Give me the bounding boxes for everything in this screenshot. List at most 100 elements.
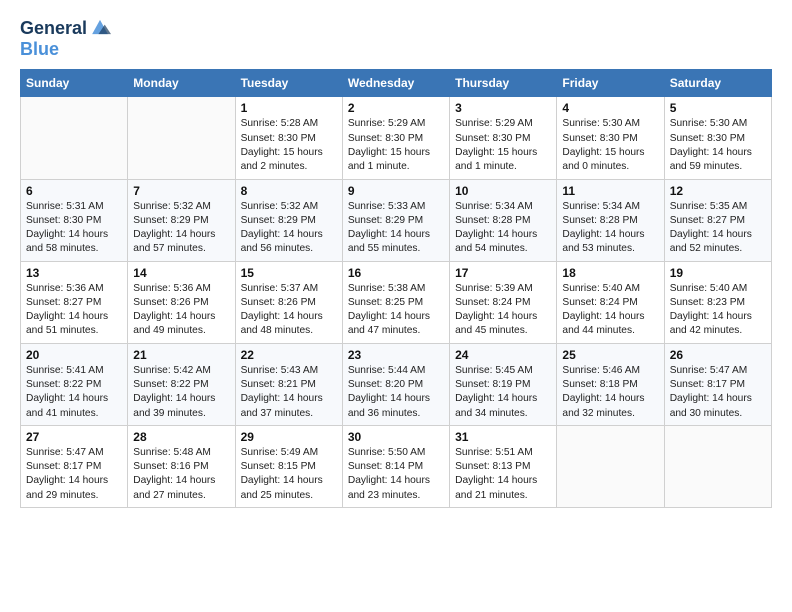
calendar-week-row: 6 Sunrise: 5:31 AM Sunset: 8:30 PM Daylig… [21, 179, 772, 261]
calendar-cell: 16 Sunrise: 5:38 AM Sunset: 8:25 PM Dayli… [342, 261, 449, 343]
day-info: Sunrise: 5:33 AM Sunset: 8:29 PM Dayligh… [348, 200, 444, 257]
day-number: 1 [241, 101, 337, 115]
day-info: Sunrise: 5:39 AM Sunset: 8:24 PM Dayligh… [455, 282, 551, 339]
weekday-header-row: SundayMondayTuesdayWednesdayThursdayFrid… [21, 70, 772, 97]
day-info: Sunrise: 5:28 AM Sunset: 8:30 PM Dayligh… [241, 117, 337, 174]
day-info: Sunrise: 5:29 AM Sunset: 8:30 PM Dayligh… [348, 117, 444, 174]
day-number: 20 [26, 348, 122, 362]
day-number: 12 [670, 184, 766, 198]
day-info: Sunrise: 5:40 AM Sunset: 8:23 PM Dayligh… [670, 282, 766, 339]
calendar-cell: 15Sunrise: 5:37 AM Sunset: 8:26 PM Dayli… [235, 261, 342, 343]
calendar-cell: 23 Sunrise: 5:44 AM Sunset: 8:20 PM Dayli… [342, 343, 449, 425]
day-info: Sunrise: 5:47 AM Sunset: 8:17 PM Dayligh… [26, 446, 122, 503]
calendar-cell: 8Sunrise: 5:32 AM Sunset: 8:29 PM Daylig… [235, 179, 342, 261]
day-info: Sunrise: 5:36 AM Sunset: 8:26 PM Dayligh… [133, 282, 229, 339]
calendar-cell: 10 Sunrise: 5:34 AM Sunset: 8:28 PM Dayli… [450, 179, 557, 261]
calendar-week-row: 20 Sunrise: 5:41 AM Sunset: 8:22 PM Dayli… [21, 343, 772, 425]
day-info: Sunrise: 5:49 AM Sunset: 8:15 PM Dayligh… [241, 446, 337, 503]
day-number: 5 [670, 101, 766, 115]
day-number: 15 [241, 266, 337, 280]
day-info: Sunrise: 5:41 AM Sunset: 8:22 PM Dayligh… [26, 364, 122, 421]
day-number: 24 [455, 348, 551, 362]
calendar-cell [21, 97, 128, 179]
calendar-cell: 22 Sunrise: 5:43 AM Sunset: 8:21 PM Dayli… [235, 343, 342, 425]
day-number: 23 [348, 348, 444, 362]
calendar-cell: 26 Sunrise: 5:47 AM Sunset: 8:17 PM Dayli… [664, 343, 771, 425]
day-info: Sunrise: 5:34 AM Sunset: 8:28 PM Dayligh… [455, 200, 551, 257]
weekday-header: Tuesday [235, 70, 342, 97]
day-number: 19 [670, 266, 766, 280]
day-number: 21 [133, 348, 229, 362]
day-number: 31 [455, 430, 551, 444]
day-info: Sunrise: 5:30 AM Sunset: 8:30 PM Dayligh… [670, 117, 766, 174]
weekday-header: Monday [128, 70, 235, 97]
header: General Blue [20, 18, 772, 59]
calendar-cell: 30 Sunrise: 5:50 AM Sunset: 8:14 PM Dayli… [342, 425, 449, 507]
day-info: Sunrise: 5:48 AM Sunset: 8:16 PM Dayligh… [133, 446, 229, 503]
calendar-cell: 7 Sunrise: 5:32 AM Sunset: 8:29 PM Daylig… [128, 179, 235, 261]
day-number: 11 [562, 184, 658, 198]
calendar-cell [664, 425, 771, 507]
day-number: 7 [133, 184, 229, 198]
day-info: Sunrise: 5:29 AM Sunset: 8:30 PM Dayligh… [455, 117, 551, 174]
day-info: Sunrise: 5:36 AM Sunset: 8:27 PM Dayligh… [26, 282, 122, 339]
day-info: Sunrise: 5:34 AM Sunset: 8:28 PM Dayligh… [562, 200, 658, 257]
logo-text-line1: General [20, 18, 87, 39]
day-info: Sunrise: 5:51 AM Sunset: 8:13 PM Dayligh… [455, 446, 551, 503]
day-info: Sunrise: 5:38 AM Sunset: 8:25 PM Dayligh… [348, 282, 444, 339]
day-info: Sunrise: 5:44 AM Sunset: 8:20 PM Dayligh… [348, 364, 444, 421]
day-number: 6 [26, 184, 122, 198]
day-number: 18 [562, 266, 658, 280]
calendar-cell: 3 Sunrise: 5:29 AM Sunset: 8:30 PM Daylig… [450, 97, 557, 179]
day-number: 30 [348, 430, 444, 444]
calendar-cell [128, 97, 235, 179]
day-number: 3 [455, 101, 551, 115]
calendar-cell: 12 Sunrise: 5:35 AM Sunset: 8:27 PM Dayli… [664, 179, 771, 261]
day-number: 13 [26, 266, 122, 280]
day-info: Sunrise: 5:32 AM Sunset: 8:29 PM Dayligh… [133, 200, 229, 257]
day-number: 28 [133, 430, 229, 444]
weekday-header: Saturday [664, 70, 771, 97]
calendar-cell: 13 Sunrise: 5:36 AM Sunset: 8:27 PM Dayli… [21, 261, 128, 343]
calendar-cell: 9 Sunrise: 5:33 AM Sunset: 8:29 PM Daylig… [342, 179, 449, 261]
day-number: 4 [562, 101, 658, 115]
day-info: Sunrise: 5:47 AM Sunset: 8:17 PM Dayligh… [670, 364, 766, 421]
calendar-cell: 25 Sunrise: 5:46 AM Sunset: 8:18 PM Dayli… [557, 343, 664, 425]
day-info: Sunrise: 5:31 AM Sunset: 8:30 PM Dayligh… [26, 200, 122, 257]
calendar-cell: 2 Sunrise: 5:29 AM Sunset: 8:30 PM Daylig… [342, 97, 449, 179]
day-info: Sunrise: 5:35 AM Sunset: 8:27 PM Dayligh… [670, 200, 766, 257]
day-number: 27 [26, 430, 122, 444]
calendar-week-row: 1 Sunrise: 5:28 AM Sunset: 8:30 PM Daylig… [21, 97, 772, 179]
day-number: 26 [670, 348, 766, 362]
day-info: Sunrise: 5:50 AM Sunset: 8:14 PM Dayligh… [348, 446, 444, 503]
day-info: Sunrise: 5:30 AM Sunset: 8:30 PM Dayligh… [562, 117, 658, 174]
day-number: 22 [241, 348, 337, 362]
day-info: Sunrise: 5:43 AM Sunset: 8:21 PM Dayligh… [241, 364, 337, 421]
logo-icon [89, 16, 111, 38]
day-info: Sunrise: 5:40 AM Sunset: 8:24 PM Dayligh… [562, 282, 658, 339]
day-number: 2 [348, 101, 444, 115]
day-number: 25 [562, 348, 658, 362]
weekday-header: Sunday [21, 70, 128, 97]
day-number: 10 [455, 184, 551, 198]
calendar-cell: 19 Sunrise: 5:40 AM Sunset: 8:23 PM Dayli… [664, 261, 771, 343]
calendar-cell: 20 Sunrise: 5:41 AM Sunset: 8:22 PM Dayli… [21, 343, 128, 425]
calendar-cell [557, 425, 664, 507]
calendar-cell: 31 Sunrise: 5:51 AM Sunset: 8:13 PM Dayli… [450, 425, 557, 507]
weekday-header: Wednesday [342, 70, 449, 97]
logo-text-line2: Blue [20, 39, 111, 60]
calendar-cell: 5 Sunrise: 5:30 AM Sunset: 8:30 PM Daylig… [664, 97, 771, 179]
calendar-cell: 24 Sunrise: 5:45 AM Sunset: 8:19 PM Dayli… [450, 343, 557, 425]
calendar-cell: 14Sunrise: 5:36 AM Sunset: 8:26 PM Dayli… [128, 261, 235, 343]
calendar-cell: 4 Sunrise: 5:30 AM Sunset: 8:30 PM Daylig… [557, 97, 664, 179]
calendar-cell: 29Sunrise: 5:49 AM Sunset: 8:15 PM Dayli… [235, 425, 342, 507]
page: General Blue SundayMondayTuesdayWednesda… [0, 0, 792, 612]
day-number: 9 [348, 184, 444, 198]
day-number: 16 [348, 266, 444, 280]
calendar-week-row: 13 Sunrise: 5:36 AM Sunset: 8:27 PM Dayli… [21, 261, 772, 343]
day-info: Sunrise: 5:46 AM Sunset: 8:18 PM Dayligh… [562, 364, 658, 421]
calendar-cell: 18 Sunrise: 5:40 AM Sunset: 8:24 PM Dayli… [557, 261, 664, 343]
calendar-week-row: 27 Sunrise: 5:47 AM Sunset: 8:17 PM Dayli… [21, 425, 772, 507]
calendar-cell: 17Sunrise: 5:39 AM Sunset: 8:24 PM Dayli… [450, 261, 557, 343]
day-info: Sunrise: 5:45 AM Sunset: 8:19 PM Dayligh… [455, 364, 551, 421]
